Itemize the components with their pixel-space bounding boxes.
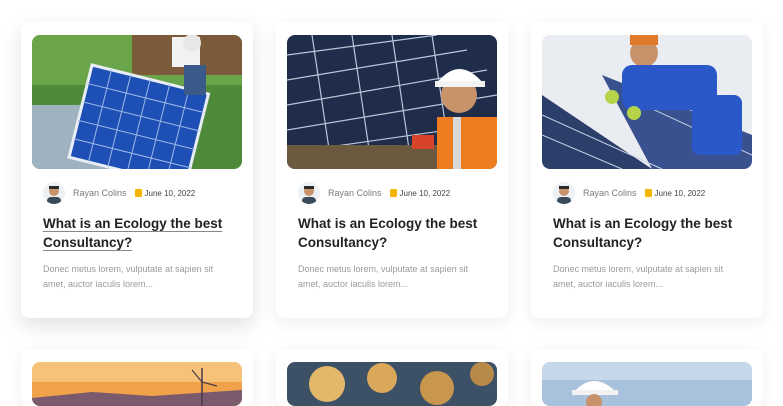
blog-card-6[interactable] bbox=[531, 349, 763, 406]
blog-card-1[interactable]: Rayan Colins June 10, 2022 What is an Ec… bbox=[21, 22, 253, 318]
author-name[interactable]: Rayan Colins bbox=[328, 188, 382, 198]
author-avatar bbox=[553, 182, 575, 204]
post-meta: Rayan Colins June 10, 2022 bbox=[553, 182, 705, 204]
calendar-icon bbox=[134, 189, 142, 197]
blog-image-roof-installation[interactable] bbox=[542, 35, 752, 169]
post-date: June 10, 2022 bbox=[644, 188, 706, 198]
post-title[interactable]: What is an Ecology the best Consultancy? bbox=[553, 214, 743, 252]
author-avatar bbox=[298, 182, 320, 204]
blog-image-solar-worker[interactable] bbox=[287, 35, 497, 169]
post-meta: Rayan Colins June 10, 2022 bbox=[43, 182, 195, 204]
calendar-icon bbox=[644, 189, 652, 197]
blog-card-5[interactable] bbox=[276, 349, 508, 406]
blog-card-4[interactable] bbox=[21, 349, 253, 406]
post-meta: Rayan Colins June 10, 2022 bbox=[298, 182, 450, 204]
post-date-text: June 10, 2022 bbox=[144, 188, 196, 198]
post-excerpt: Donec metus lorem, vulputate at sapien s… bbox=[43, 264, 214, 289]
post-date-text: June 10, 2022 bbox=[654, 188, 706, 198]
blog-card-2[interactable]: Rayan Colins June 10, 2022 What is an Ec… bbox=[276, 22, 508, 318]
post-date: June 10, 2022 bbox=[134, 188, 196, 198]
blog-image-cloudy-sky[interactable] bbox=[287, 362, 497, 406]
post-excerpt: Donec metus lorem, vulputate at sapien s… bbox=[553, 264, 724, 289]
author-avatar bbox=[43, 182, 65, 204]
calendar-icon bbox=[389, 189, 397, 197]
post-title[interactable]: What is an Ecology the best Consultancy? bbox=[298, 214, 488, 252]
blog-image-wind-sunset[interactable] bbox=[32, 362, 242, 406]
post-excerpt: Donec metus lorem, vulputate at sapien s… bbox=[298, 264, 469, 289]
author-name[interactable]: Rayan Colins bbox=[73, 188, 127, 198]
post-date-text: June 10, 2022 bbox=[399, 188, 451, 198]
post-date: June 10, 2022 bbox=[389, 188, 451, 198]
blog-image-solar-installation[interactable] bbox=[32, 35, 242, 169]
blog-image-worker-sky[interactable] bbox=[542, 362, 752, 406]
blog-card-3[interactable]: Rayan Colins June 10, 2022 What is an Ec… bbox=[531, 22, 763, 318]
post-title[interactable]: What is an Ecology the best Consultancy? bbox=[43, 214, 233, 252]
author-name[interactable]: Rayan Colins bbox=[583, 188, 637, 198]
